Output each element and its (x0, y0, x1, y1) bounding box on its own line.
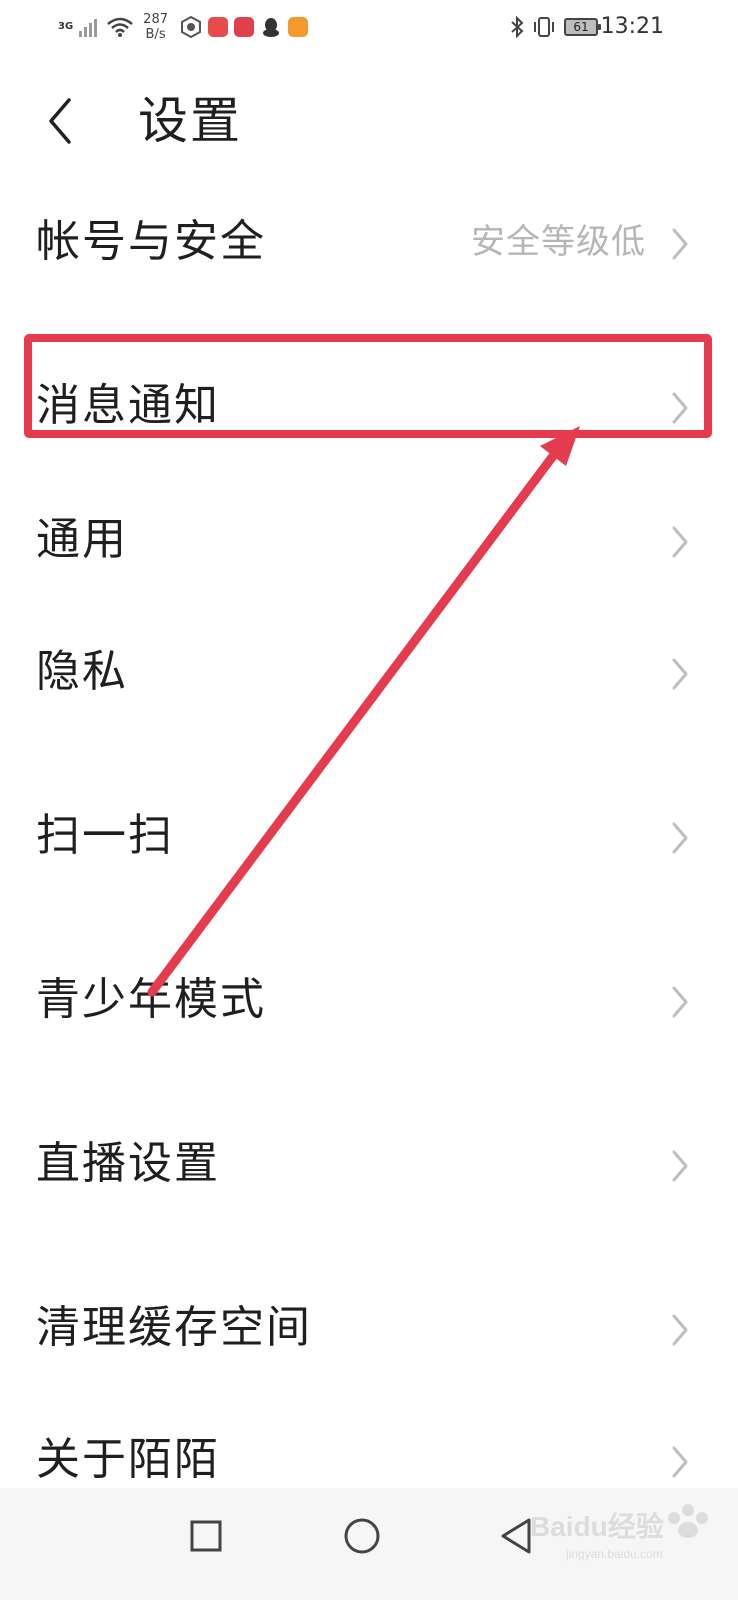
security-level-value: 安全等级低 (471, 222, 646, 262)
recent-apps-button[interactable] (176, 1506, 236, 1566)
chevron-right-icon (672, 1314, 688, 1346)
chevron-right-icon (672, 986, 688, 1018)
chevron-right-icon (672, 1446, 688, 1478)
triangle-back-icon (501, 1518, 531, 1554)
settings-item-label: 关于陌陌 (36, 1434, 220, 1485)
back-nav-button[interactable] (486, 1506, 546, 1566)
settings-item-account-security[interactable]: 帐号与安全 安全等级低 (0, 192, 738, 302)
settings-item-label: 清理缓存空间 (36, 1302, 312, 1353)
chevron-right-icon (672, 392, 688, 424)
chevron-right-icon (672, 658, 688, 690)
chevron-right-icon (672, 228, 688, 260)
settings-item-label: 隐私 (36, 646, 128, 697)
settings-item-label: 直播设置 (36, 1138, 220, 1189)
settings-item-general[interactable]: 通用 (0, 490, 738, 600)
circle-icon (344, 1518, 380, 1554)
chevron-right-icon (672, 822, 688, 854)
home-button[interactable] (332, 1506, 392, 1566)
settings-item-label: 通用 (36, 514, 128, 565)
settings-item-label: 帐号与安全 (36, 216, 266, 267)
settings-item-clear-cache[interactable]: 清理缓存空间 (0, 1278, 738, 1388)
settings-item-scan[interactable]: 扫一扫 (0, 786, 738, 896)
settings-item-privacy[interactable]: 隐私 (0, 622, 738, 732)
settings-item-label: 青少年模式 (36, 974, 266, 1025)
settings-item-label: 消息通知 (36, 380, 220, 431)
settings-item-notifications[interactable]: 消息通知 (0, 356, 738, 466)
navigation-bar (0, 1488, 738, 1600)
settings-list: 帐号与安全 安全等级低 消息通知 通用 隐私 扫一扫 青少年模式 直播设置 清理… (0, 0, 738, 1600)
settings-item-teen-mode[interactable]: 青少年模式 (0, 950, 738, 1060)
square-icon (190, 1520, 222, 1552)
settings-item-label: 扫一扫 (36, 810, 174, 861)
settings-item-live-settings[interactable]: 直播设置 (0, 1114, 738, 1224)
chevron-right-icon (672, 526, 688, 558)
chevron-right-icon (672, 1150, 688, 1182)
